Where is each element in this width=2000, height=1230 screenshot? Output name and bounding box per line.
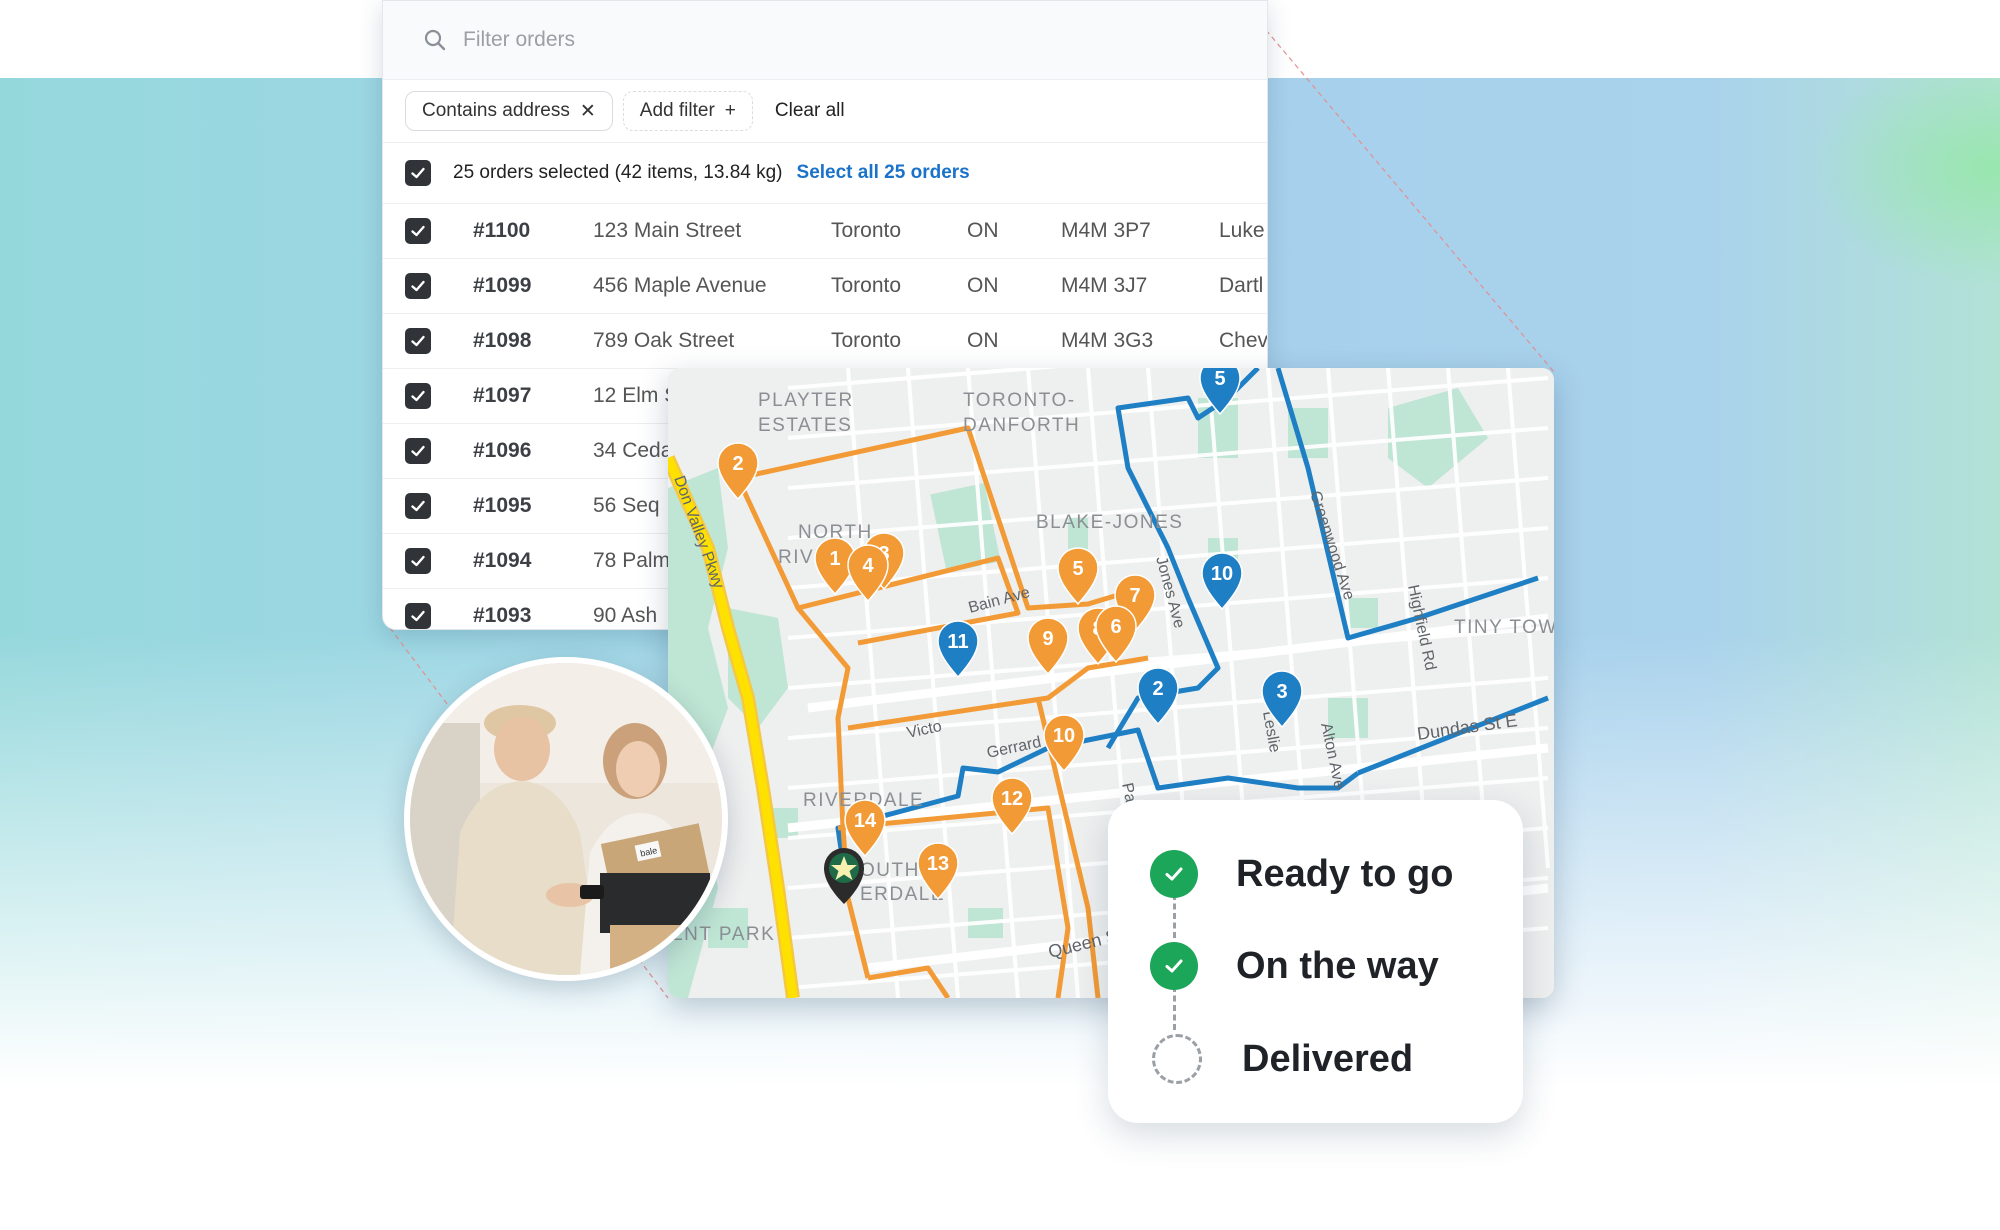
search-icon (424, 29, 446, 51)
row-checkbox[interactable] (405, 218, 431, 244)
status-step-on-the-way: On the way (1150, 942, 1439, 990)
order-address: 789 Oak Street (593, 329, 735, 352)
status-connector (1173, 986, 1176, 1030)
pin-number: 11 (947, 631, 968, 653)
svg-text:TINY TOW: TINY TOW (1454, 617, 1554, 638)
row-checkbox[interactable] (405, 328, 431, 354)
svg-text:TORONTO-: TORONTO- (963, 390, 1076, 411)
table-row[interactable]: #1100 123 Main Street Toronto ON M4M 3P7 Luke (383, 204, 1267, 259)
pin-number: 6 (1110, 616, 1121, 638)
svg-text:BLAKE-JONES: BLAKE-JONES (1036, 512, 1183, 533)
svg-text:ESTATES: ESTATES (758, 415, 852, 436)
row-checkbox[interactable] (405, 383, 431, 409)
order-address: 12 Elm S (593, 384, 679, 407)
select-all-checkbox[interactable] (405, 160, 431, 186)
order-address: 456 Maple Avenue (593, 274, 767, 297)
pin-number: 3 (1276, 681, 1287, 703)
order-postal-code: M4M 3G3 (1061, 329, 1154, 352)
order-id: #1097 (473, 384, 532, 407)
pin-number: 7 (1129, 585, 1140, 607)
pin-number: 9 (1042, 628, 1053, 650)
order-province: ON (967, 219, 999, 242)
order-city: Toronto (831, 219, 902, 242)
selection-summary: 25 orders selected (42 items, 13.84 kg) (453, 162, 783, 183)
status-connector (1173, 894, 1176, 938)
pin-number: 2 (732, 453, 743, 475)
svg-text:OUTH: OUTH (860, 860, 920, 881)
add-filter-label: Add filter (639, 100, 715, 121)
delivery-photo: bale (404, 657, 728, 981)
order-address: 34 Ceda (593, 439, 673, 462)
order-address: 90 Ash (593, 604, 658, 627)
order-postal-code: M4M 3J7 (1061, 274, 1148, 297)
order-id: #1100 (473, 219, 531, 242)
row-checkbox[interactable] (405, 548, 431, 574)
order-city: Toronto (831, 274, 902, 297)
order-id: #1093 (473, 604, 532, 627)
order-id: #1096 (473, 439, 532, 462)
filter-chip-label: Contains address (422, 100, 570, 121)
pin-number: 1 (829, 548, 840, 570)
dashed-circle-icon (1152, 1034, 1202, 1084)
checkmark-icon (411, 280, 425, 292)
pin-number: 4 (862, 555, 874, 577)
pin-number: 13 (927, 853, 949, 875)
row-checkbox[interactable] (405, 438, 431, 464)
checkmark-icon (411, 390, 425, 402)
search-bar (383, 1, 1267, 80)
order-province: ON (967, 329, 999, 352)
status-label: Delivered (1242, 1037, 1414, 1080)
order-customer: Luke (1219, 219, 1265, 242)
status-step-delivered: Delivered (1152, 1034, 1413, 1084)
row-checkbox[interactable] (405, 273, 431, 299)
pin-number: 2 (1152, 678, 1163, 700)
pin-number: 5 (1214, 368, 1225, 390)
table-row[interactable]: #1099 456 Maple Avenue Toronto ON M4M 3J7 Dar… (383, 259, 1267, 314)
row-checkbox[interactable] (405, 603, 431, 629)
order-id: #1094 (473, 549, 532, 572)
pin-number: 14 (854, 810, 877, 832)
order-city: Toronto (831, 329, 902, 352)
table-row[interactable]: #1098 789 Oak Street Toronto ON M4M 3G3 Chev (383, 314, 1267, 369)
status-label: Ready to go (1236, 852, 1454, 895)
order-customer: Chev (1219, 329, 1268, 352)
select-all-link[interactable]: Select all 25 orders (797, 162, 970, 184)
check-circle-icon (1150, 850, 1198, 898)
pin-number: 10 (1211, 563, 1233, 585)
order-address: 78 Palm (593, 549, 671, 572)
selection-bar: 25 orders selected (42 items, 13.84 kg) … (383, 143, 1267, 204)
checkmark-icon (411, 225, 425, 237)
order-id: #1098 (473, 329, 532, 352)
order-postal-code: M4M 3P7 (1061, 219, 1151, 242)
svg-text:DANFORTH: DANFORTH (963, 415, 1080, 436)
order-address: 123 Main Street (593, 219, 742, 242)
checkmark-icon (411, 335, 425, 347)
close-icon[interactable]: ✕ (580, 100, 596, 123)
filter-chip-contains-address[interactable]: Contains address ✕ (405, 91, 613, 131)
row-checkbox[interactable] (405, 493, 431, 519)
plus-icon: + (724, 100, 736, 121)
delivery-status-card: Ready to go On the way Delivered (1108, 800, 1523, 1123)
pin-number: 5 (1072, 558, 1083, 580)
svg-text:PLAYTER: PLAYTER (758, 390, 854, 411)
checkmark-icon (411, 445, 425, 457)
status-label: On the way (1236, 944, 1439, 987)
order-id: #1095 (473, 494, 532, 517)
order-id: #1099 (473, 274, 532, 297)
checkmark-icon (411, 610, 425, 622)
pin-number: 12 (1001, 788, 1023, 810)
checkmark-icon (411, 500, 425, 512)
clear-all-button[interactable]: Clear all (775, 100, 845, 122)
filter-bar: Contains address ✕ Add filter + Clear al… (383, 80, 1267, 143)
checkmark-icon (411, 167, 425, 179)
order-province: ON (967, 274, 999, 297)
order-customer: Dartl (1219, 274, 1264, 297)
checkmark-icon (411, 555, 425, 567)
add-filter-button[interactable]: Add filter + (622, 91, 753, 131)
order-address: 56 Seq (593, 494, 660, 517)
pin-number: 10 (1053, 725, 1075, 747)
search-input[interactable] (461, 27, 1065, 53)
check-circle-icon (1150, 942, 1198, 990)
status-step-ready: Ready to go (1150, 850, 1453, 898)
